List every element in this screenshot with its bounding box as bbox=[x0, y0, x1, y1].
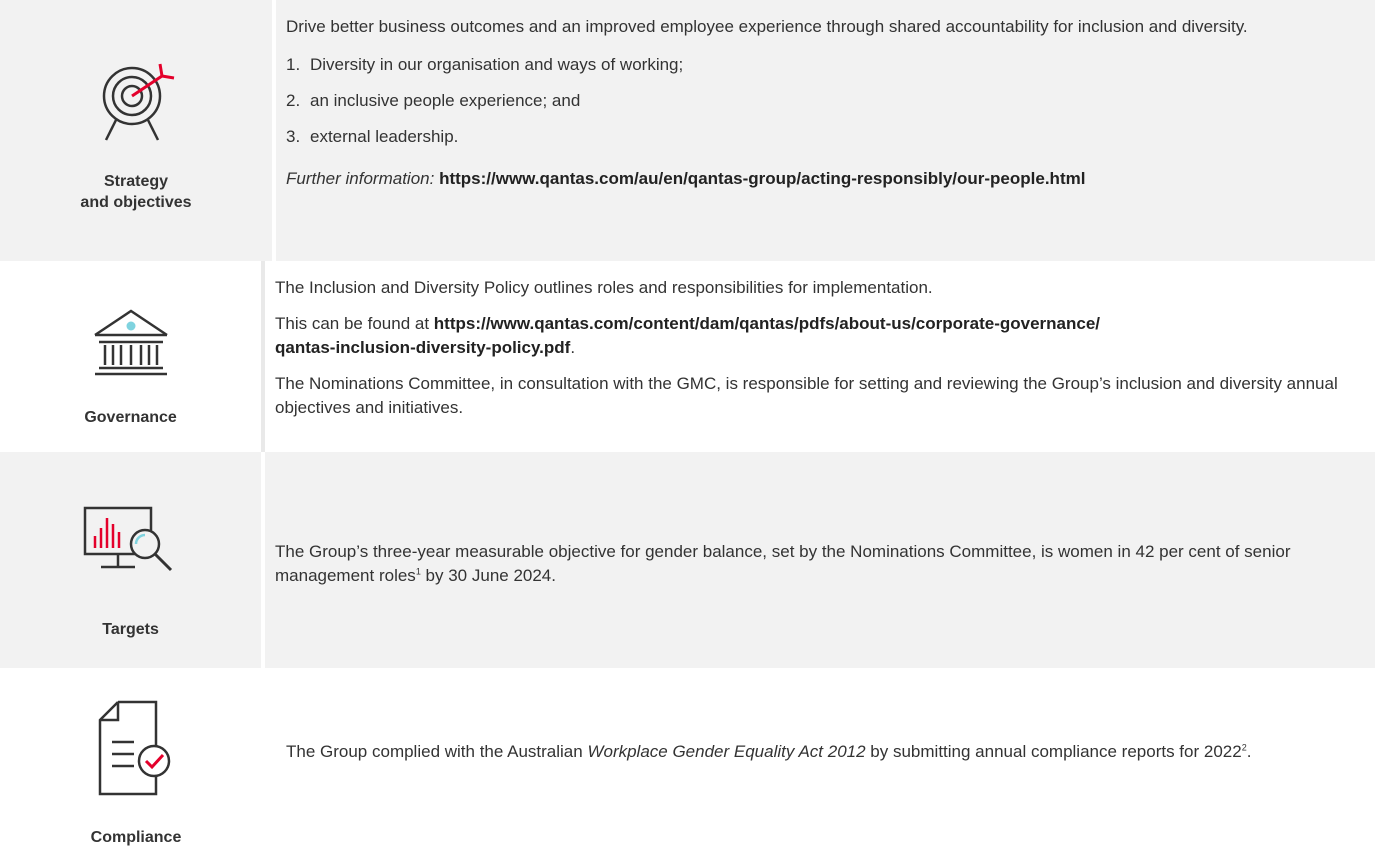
strategy-label: Strategy and objectives bbox=[80, 173, 192, 211]
governance-label: Governance bbox=[84, 409, 177, 426]
targets-content: The Group’s three-year measurable object… bbox=[265, 452, 1375, 668]
targets-label: Targets bbox=[102, 621, 159, 638]
further-information: Further information: https://www.qantas.… bbox=[286, 167, 1355, 191]
target-icon bbox=[102, 63, 175, 141]
list-item: 1. Diversity in our organisation and ways… bbox=[286, 55, 684, 74]
chart-magnifier-icon bbox=[83, 506, 172, 572]
further-information-label: Further information: bbox=[286, 169, 435, 188]
document-check-icon bbox=[98, 700, 171, 796]
strategy-content: Drive better business outcomes and an im… bbox=[276, 0, 1375, 261]
targets-row: Targets The Group’s three-year measurabl… bbox=[0, 452, 1375, 668]
strategy-row: Strategy and objectives Drive better bus… bbox=[0, 0, 1375, 261]
list-item: 3. external leadership. bbox=[286, 127, 459, 146]
governance-policy-location: This can be found at https://www.qantas.… bbox=[275, 314, 1101, 357]
compliance-text: The Group complied with the Australian W… bbox=[286, 742, 1252, 761]
governance-row: Governance The Inclusion and Diversity P… bbox=[0, 261, 1375, 452]
strategy-intro: Drive better business outcomes and an im… bbox=[286, 17, 1248, 36]
targets-text: The Group’s three-year measurable object… bbox=[275, 542, 1291, 585]
governance-content: The Inclusion and Diversity Policy outli… bbox=[265, 261, 1375, 452]
strategy-label-cell: Strategy and objectives bbox=[0, 0, 272, 261]
compliance-label: Compliance bbox=[90, 829, 182, 846]
governance-committee-text: The Nominations Committee, in consultati… bbox=[275, 374, 1338, 417]
compliance-content: The Group complied with the Australian W… bbox=[276, 668, 1375, 852]
compliance-label-cell: Compliance bbox=[0, 668, 272, 852]
compliance-row: Compliance The Group complied with the A… bbox=[0, 668, 1375, 852]
governance-label-cell: Governance bbox=[0, 261, 261, 452]
governance-policy-text: The Inclusion and Diversity Policy outli… bbox=[275, 278, 933, 297]
list-item: 2. an inclusive people experience; and bbox=[286, 91, 581, 110]
our-people-link[interactable]: https://www.qantas.com/au/en/qantas-grou… bbox=[439, 169, 1085, 188]
targets-label-cell: Targets bbox=[0, 452, 261, 668]
institution-icon bbox=[93, 309, 168, 376]
